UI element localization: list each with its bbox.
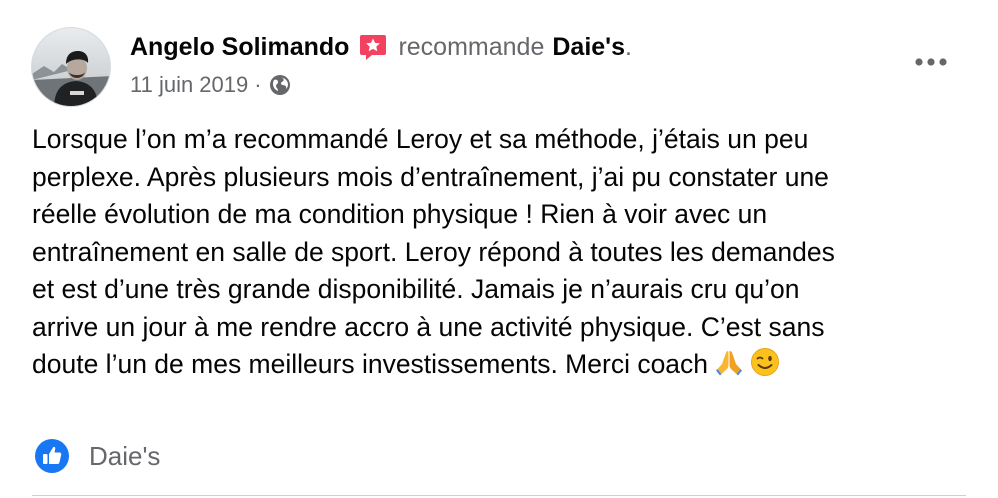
post-meta: 11 juin 2019 ·	[130, 70, 291, 100]
recommendation-post-card: Angelo Solimando recommande Daie's . 11 …	[0, 0, 998, 498]
post-body: Lorsque l’on m’a recommandé Leroy et sa …	[32, 121, 972, 388]
page-name-link[interactable]: Daie's	[552, 33, 625, 62]
avatar-photo	[32, 28, 110, 106]
meta-separator: ·	[254, 72, 262, 97]
like-thumb-icon	[34, 438, 70, 474]
liker-name: Daie's	[89, 440, 161, 471]
globe-icon[interactable]	[269, 74, 291, 96]
post-header: Angelo Solimando recommande Daie's .	[130, 27, 632, 67]
header-period: .	[625, 32, 632, 61]
post-body-line: perplexe. Après plusieurs mois d’entraîn…	[32, 161, 829, 192]
post-body-line: et est d’une très grande disponibilité. …	[32, 274, 800, 304]
winking-face-emoji-icon	[750, 347, 780, 388]
post-date-link[interactable]: 11 juin 2019	[130, 72, 248, 98]
recommendation-badge-icon	[358, 32, 388, 62]
post-body-line: Lorsque l’on m’a recommandé Leroy et sa …	[32, 124, 809, 154]
more-dots-icon	[915, 58, 947, 66]
post-body-line: doute l’un de mes meilleurs investisseme…	[32, 349, 709, 379]
more-options-button[interactable]	[906, 44, 956, 80]
post-body-line: arrive un jour à me rendre accro à une a…	[32, 311, 825, 342]
post-body-line: entraînement en salle de sport. Leroy ré…	[32, 236, 835, 267]
post-body-line: réelle évolution de ma condition physiqu…	[32, 199, 768, 229]
recommends-text: recommande	[398, 32, 545, 61]
post-body-last-line: doute l’un de mes meilleurs investisseme…	[32, 346, 972, 388]
author-avatar[interactable]	[31, 27, 111, 107]
author-name-link[interactable]: Angelo Solimando	[130, 33, 349, 62]
reactions-row[interactable]: Daie's	[34, 436, 160, 476]
divider	[32, 495, 966, 496]
folded-hands-emoji-icon	[714, 347, 744, 388]
